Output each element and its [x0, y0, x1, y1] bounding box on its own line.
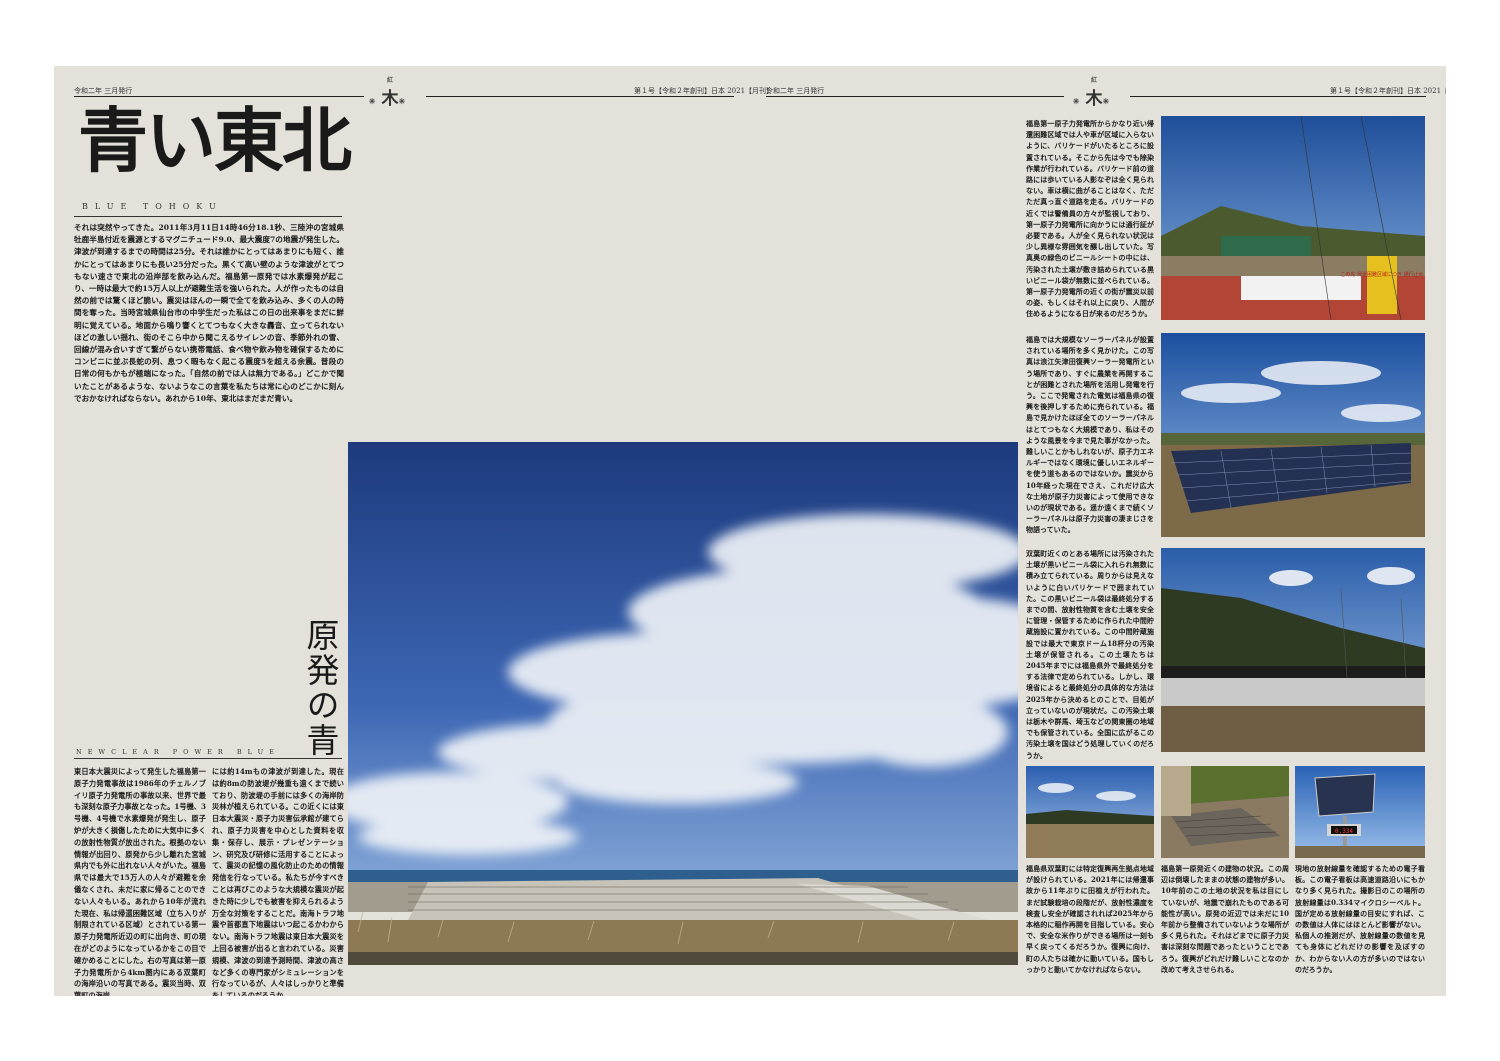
- star-ornament: ✳: [1102, 96, 1116, 106]
- masthead-small: 紅: [386, 77, 393, 84]
- masthead: 紅 ✳木✳: [1064, 77, 1124, 110]
- rice-field-photo: [1026, 766, 1154, 858]
- right-header-date: 令和二年 三月発行: [766, 87, 825, 95]
- barricade-photo: この先 帰還困難区域につき 通行止め: [1161, 116, 1425, 320]
- page-title: 青い東北: [78, 99, 352, 182]
- solar-panels-photo: [1161, 333, 1425, 537]
- star-ornament: ✳: [1072, 96, 1086, 106]
- lead-paragraph: それは突然やってきた。2011年3月11日14時46分18.1秒、三陸沖の宮城県…: [74, 223, 344, 403]
- header-rule: [766, 96, 1064, 97]
- masthead: 紅 ✳木✳: [360, 77, 420, 110]
- warning-sign-text: この先 帰還困難区域につき 通行止め: [1340, 271, 1423, 278]
- meter-reading: 0.334: [1335, 828, 1353, 835]
- radiation-caption: 現地の放射線量を確認するための電子看板。この電子看板は高速道路沿いにもかなり多く…: [1295, 864, 1425, 974]
- soil-storage-photo: [1161, 548, 1425, 752]
- right-header: 令和二年 三月発行 紅 ✳木✳ 第１号【令和２年創刊】日本 2021【月刊】: [750, 76, 1446, 109]
- left-header: 令和二年 三月発行 紅 ✳木✳ 第１号【令和２年創刊】日本 2021【月刊】: [54, 76, 773, 109]
- article-column-2: には約14mもの津波が到達した。現在は約8mの防波堤が幾重も遠くまで続いており、…: [212, 767, 344, 996]
- header-rule: [1130, 96, 1426, 97]
- collapsed-building-photo: [1161, 766, 1289, 858]
- newspaper-spread: 令和二年 三月発行 紅 ✳木✳ 第１号【令和２年創刊】日本 2021【月刊】 令…: [54, 66, 1446, 996]
- right-header-issue: 第１号【令和２年創刊】日本 2021【月刊】: [1330, 87, 1446, 95]
- masthead-char: 木: [381, 89, 399, 109]
- star-ornament: ✳: [398, 96, 412, 106]
- coast-seawall-photo: [348, 442, 1018, 965]
- radiation-meter-photo: 0.334: [1295, 766, 1425, 858]
- masthead-char: 木: [1085, 89, 1103, 109]
- divider: [74, 216, 342, 217]
- article-solar-text: 福島では大規模なソーラーパネルが設置されている場所を多く見かけた。この写真は浪江…: [1026, 335, 1154, 535]
- page-subtitle: BLUE TOHOKU: [82, 202, 223, 211]
- star-ornament: ✳: [368, 96, 382, 106]
- section-subtitle: NEWCLEAR POWER BLUE: [76, 748, 280, 756]
- header-rule: [74, 96, 364, 97]
- rice-field-caption: 福島県双葉町には特定復興再生拠点地域が設けられている。2021年には帰還事故から…: [1026, 864, 1154, 974]
- article-column-1: 東日本大震災によって発生した福島第一原子力発電事故は1986年のチェルノブイリ原…: [74, 767, 206, 996]
- divider: [74, 758, 342, 759]
- article-storage-text: 双葉町近くのとある場所には汚染された土壌が黒いビニール袋に入れられ無数に積み立て…: [1026, 549, 1154, 760]
- building-caption: 福島第一原発近くの建物の状況。この周辺は倒壊したままの状態の建物が多い。10年前…: [1161, 864, 1289, 974]
- header-rule: [426, 96, 734, 97]
- masthead-small: 紅: [1090, 77, 1097, 84]
- article-barricade-text: 福島第一原子力発電所からかなり近い帰還困難区域では人や車が区域に入らないように、…: [1026, 119, 1154, 319]
- section-title-vertical: 原発の青: [301, 618, 340, 758]
- left-header-date: 令和二年 三月発行: [74, 87, 133, 95]
